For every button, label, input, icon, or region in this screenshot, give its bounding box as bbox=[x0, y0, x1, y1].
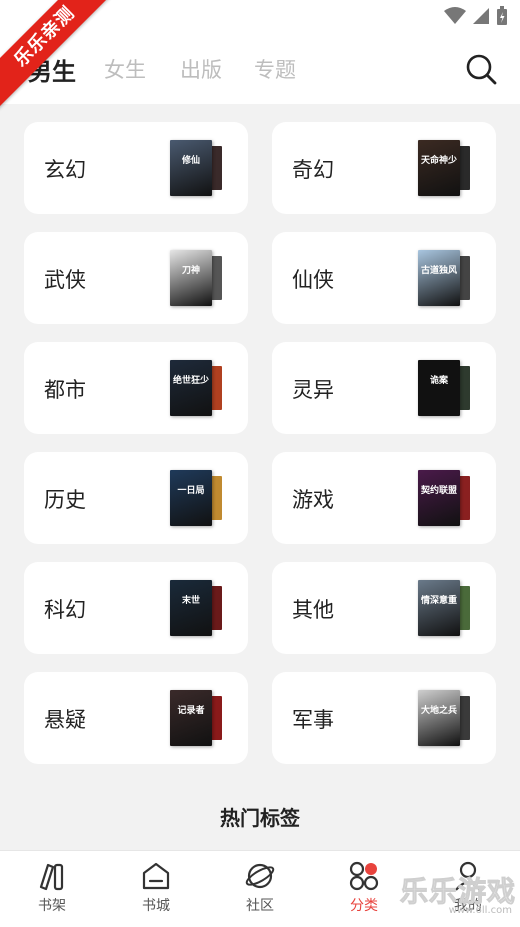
book-cover-title: 天命神少 bbox=[420, 156, 457, 166]
category-card[interactable]: 奇幻 天命神少 bbox=[272, 122, 496, 214]
book-cover: 契约联盟 bbox=[418, 470, 460, 526]
category-label: 悬疑 bbox=[44, 708, 86, 732]
tab-publish[interactable]: 出版 bbox=[180, 54, 222, 84]
category-label: 武侠 bbox=[44, 268, 86, 292]
book-cover: 记录者 bbox=[170, 690, 212, 746]
book-covers: 情深意重 bbox=[418, 580, 474, 636]
category-card[interactable]: 武侠 刀神 bbox=[24, 232, 248, 324]
category-label: 玄幻 bbox=[44, 158, 86, 182]
book-covers: 诡案 bbox=[418, 360, 474, 416]
book-cover: 诡案 bbox=[418, 360, 460, 416]
category-label: 仙侠 bbox=[292, 268, 334, 292]
nav-label: 书架 bbox=[38, 898, 66, 914]
book-covers: 一日局 bbox=[170, 470, 226, 526]
category-label: 游戏 bbox=[292, 488, 334, 512]
book-covers: 刀神 bbox=[170, 250, 226, 306]
category-card[interactable]: 军事 大地之兵 bbox=[272, 672, 496, 764]
category-tabs-header: 男生 女生 出版 专题 bbox=[0, 36, 520, 104]
book-covers: 大地之兵 bbox=[418, 690, 474, 746]
category-card[interactable]: 其他 情深意重 bbox=[272, 562, 496, 654]
book-cover: 一日局 bbox=[170, 470, 212, 526]
nav-item-bookstore[interactable]: 书城 bbox=[116, 859, 196, 915]
book-cover: 古道独风 bbox=[418, 250, 460, 306]
nav-label: 社区 bbox=[246, 898, 274, 914]
watermark-url: www.6ll.com bbox=[448, 905, 512, 916]
category-label: 科幻 bbox=[44, 598, 86, 622]
category-icon bbox=[349, 861, 379, 891]
tab-female[interactable]: 女生 bbox=[104, 54, 146, 84]
category-label: 历史 bbox=[44, 488, 86, 512]
book-cover: 末世 bbox=[170, 580, 212, 636]
book-cover-title: 刀神 bbox=[181, 266, 200, 276]
search-icon[interactable] bbox=[464, 52, 498, 86]
book-cover-title: 古道独风 bbox=[420, 266, 457, 276]
book-cover-title: 情深意重 bbox=[420, 596, 457, 606]
category-card[interactable]: 玄幻 修仙 bbox=[24, 122, 248, 214]
watermark-logo: 乐乐游戏 bbox=[399, 875, 516, 909]
tab-topic[interactable]: 专题 bbox=[254, 54, 296, 84]
category-card[interactable]: 科幻 末世 bbox=[24, 562, 248, 654]
book-covers: 记录者 bbox=[170, 690, 226, 746]
book-cover-title: 记录者 bbox=[177, 706, 205, 716]
category-label: 灵异 bbox=[292, 378, 334, 402]
wifi-icon bbox=[444, 7, 466, 24]
community-icon bbox=[245, 863, 275, 889]
nav-item-bookshelf[interactable]: 书架 bbox=[12, 859, 92, 915]
book-cover-title: 诡案 bbox=[429, 376, 448, 386]
category-card[interactable]: 悬疑 记录者 bbox=[24, 672, 248, 764]
category-label: 奇幻 bbox=[292, 158, 334, 182]
category-card[interactable]: 游戏 契约联盟 bbox=[272, 452, 496, 544]
book-covers: 古道独风 bbox=[418, 250, 474, 306]
category-card[interactable]: 都市 绝世狂少 bbox=[24, 342, 248, 434]
book-cover-title: 修仙 bbox=[181, 156, 200, 166]
book-cover: 大地之兵 bbox=[418, 690, 460, 746]
book-cover-title: 契约联盟 bbox=[420, 486, 457, 496]
nav-label: 书城 bbox=[142, 898, 170, 914]
book-cover: 绝世狂少 bbox=[170, 360, 212, 416]
book-covers: 绝世狂少 bbox=[170, 360, 226, 416]
book-cover-title: 末世 bbox=[181, 596, 200, 606]
category-label: 军事 bbox=[292, 708, 334, 732]
bookshelf-icon bbox=[39, 863, 64, 891]
book-cover: 情深意重 bbox=[418, 580, 460, 636]
category-card[interactable]: 灵异 诡案 bbox=[272, 342, 496, 434]
nav-item-community[interactable]: 社区 bbox=[220, 859, 300, 915]
book-covers: 末世 bbox=[170, 580, 226, 636]
category-label: 都市 bbox=[44, 378, 86, 402]
book-covers: 天命神少 bbox=[418, 140, 474, 196]
book-covers: 契约联盟 bbox=[418, 470, 474, 526]
book-cover: 天命神少 bbox=[418, 140, 460, 196]
book-cover-title: 大地之兵 bbox=[420, 706, 457, 716]
book-covers: 修仙 bbox=[170, 140, 226, 196]
nav-label: 分类 bbox=[350, 898, 378, 914]
category-card[interactable]: 仙侠 古道独风 bbox=[272, 232, 496, 324]
category-label: 其他 bbox=[292, 598, 334, 622]
nav-item-category[interactable]: 分类 bbox=[324, 859, 404, 915]
book-cover: 刀神 bbox=[170, 250, 212, 306]
battery-icon bbox=[497, 6, 507, 25]
cellular-icon bbox=[473, 8, 489, 24]
book-cover-title: 一日局 bbox=[177, 486, 205, 496]
bookstore-icon bbox=[142, 862, 170, 890]
hot-tags-title: 热门标签 bbox=[220, 806, 300, 830]
book-cover-title: 绝世狂少 bbox=[172, 376, 209, 386]
category-card[interactable]: 历史 一日局 bbox=[24, 452, 248, 544]
book-cover: 修仙 bbox=[170, 140, 212, 196]
